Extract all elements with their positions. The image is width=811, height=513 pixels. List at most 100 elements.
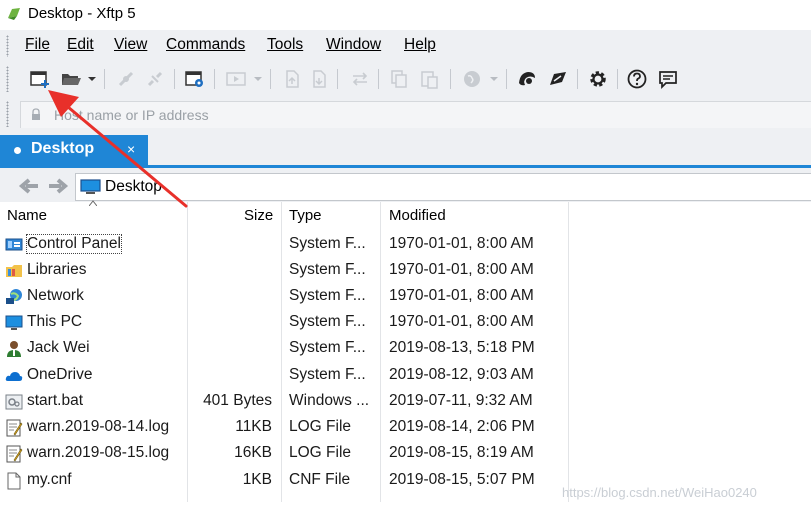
new-session-button[interactable] <box>27 67 53 91</box>
properties-gear-icon <box>185 71 203 87</box>
properties-button[interactable] <box>182 67 208 91</box>
addressbar-grip[interactable] <box>6 101 9 127</box>
column-header-modified[interactable]: Modified <box>389 207 446 224</box>
open-session-button[interactable] <box>58 67 84 91</box>
upload-button[interactable] <box>279 67 305 91</box>
menu-tools[interactable]: Tools <box>267 36 303 54</box>
toolbar-separator <box>378 69 379 89</box>
file-type: CNF File <box>289 471 351 488</box>
play-dropdown[interactable] <box>254 77 262 81</box>
file-row[interactable]: my.cnf 1KB CNF File 2019-08-15, 5:07 PM <box>0 467 570 493</box>
column-header-name[interactable]: Name <box>7 207 47 224</box>
connect-icon <box>118 71 134 87</box>
tab-close-icon[interactable]: × <box>127 141 135 157</box>
open-session-dropdown[interactable] <box>88 77 96 81</box>
disconnect-button[interactable] <box>142 67 168 91</box>
onedrive-icon <box>5 372 23 381</box>
file-row[interactable]: warn.2019-08-14.log 11KB LOG File 2019-0… <box>0 414 570 440</box>
column-header-size[interactable]: Size <box>244 207 273 224</box>
file-size: 1KB <box>242 471 272 488</box>
file-row[interactable]: warn.2019-08-15.log 16KB LOG File 2019-0… <box>0 440 570 466</box>
file-name: Control Panel <box>26 234 122 254</box>
file-row[interactable]: OneDrive System F... 2019-08-12, 9:03 AM <box>0 362 570 388</box>
help-question-icon <box>627 69 647 89</box>
user-folder-icon <box>7 341 21 357</box>
toolbar-separator <box>174 69 175 89</box>
paste-icon <box>421 71 438 89</box>
file-row[interactable]: Jack Wei System F... 2019-08-13, 5:18 PM <box>0 335 570 361</box>
toolbar-separator <box>337 69 338 89</box>
file-size: 11KB <box>235 418 272 435</box>
file-modified: 2019-08-13, 5:18 PM <box>389 339 535 356</box>
navigation-bar: Desktop <box>0 170 811 202</box>
menu-commands[interactable]: Commands <box>166 36 245 54</box>
toolbar-separator <box>270 69 271 89</box>
toolbar-grip[interactable] <box>6 66 9 92</box>
forward-arrow-icon[interactable] <box>47 177 69 195</box>
toolbar-separator <box>104 69 105 89</box>
path-input[interactable]: Desktop <box>75 173 811 201</box>
xftp-button[interactable] <box>545 67 571 91</box>
tab-desktop[interactable]: Desktop × <box>0 135 148 165</box>
menu-window[interactable]: Window <box>326 36 381 54</box>
file-name: This PC <box>27 313 83 330</box>
file-row[interactable]: start.bat 401 Bytes Windows ... 2019-07-… <box>0 388 570 414</box>
gear-icon <box>590 71 606 87</box>
back-arrow-icon[interactable] <box>18 177 40 195</box>
menubar-grip[interactable] <box>6 35 9 57</box>
download-button[interactable] <box>306 67 332 91</box>
toolbar-separator <box>617 69 618 89</box>
desktop-monitor-icon <box>80 179 101 194</box>
menu-view[interactable]: View <box>114 36 147 54</box>
file-modified: 2019-08-15, 8:19 AM <box>389 444 534 461</box>
toolbar-separator <box>450 69 451 89</box>
title-bar: Desktop - Xftp 5 <box>0 0 811 30</box>
menu-edit[interactable]: Edit <box>67 36 94 54</box>
toolbar-separator <box>506 69 507 89</box>
batch-file-icon <box>5 394 23 410</box>
file-name: warn.2019-08-15.log <box>27 444 170 461</box>
sort-ascending-icon <box>89 200 97 206</box>
play-button[interactable] <box>223 67 249 91</box>
file-row[interactable]: Libraries System F... 1970-01-01, 8:00 A… <box>0 257 570 283</box>
sync-button[interactable] <box>347 67 373 91</box>
tab-label: Desktop <box>31 140 95 157</box>
file-name: Libraries <box>27 261 87 278</box>
copy-button[interactable] <box>386 67 412 91</box>
file-row[interactable]: Control Panel System F... 1970-01-01, 8:… <box>0 231 570 257</box>
file-type: System F... <box>289 313 366 330</box>
file-modified: 1970-01-01, 8:00 AM <box>389 287 534 304</box>
file-modified: 2019-08-12, 9:03 AM <box>389 366 534 383</box>
log-file-icon <box>6 445 23 463</box>
file-type: System F... <box>289 339 366 356</box>
network-icon <box>6 289 22 304</box>
xshell-button[interactable] <box>514 67 540 91</box>
file-name: Network <box>27 287 84 304</box>
file-type: System F... <box>289 287 366 304</box>
menu-help[interactable]: Help <box>404 36 436 54</box>
toolbar-separator <box>577 69 578 89</box>
file-modified: 1970-01-01, 8:00 AM <box>389 313 534 330</box>
connect-button[interactable] <box>113 67 139 91</box>
toolbar <box>0 60 811 98</box>
feedback-button[interactable] <box>655 67 681 91</box>
file-row[interactable]: Network System F... 1970-01-01, 8:00 AM <box>0 283 570 309</box>
menu-file[interactable]: File <box>25 36 50 54</box>
file-modified: 1970-01-01, 8:00 AM <box>389 235 534 252</box>
file-row[interactable]: This PC System F... 1970-01-01, 8:00 AM <box>0 309 570 335</box>
options-button[interactable] <box>585 67 611 91</box>
window-title: Desktop - Xftp 5 <box>28 5 136 22</box>
transfer-arrows-icon <box>352 72 368 86</box>
paste-button[interactable] <box>416 67 442 91</box>
file-type: LOG File <box>289 418 352 435</box>
lock-icon <box>32 108 40 120</box>
file-name: my.cnf <box>27 471 72 488</box>
encoding-button[interactable] <box>459 67 485 91</box>
folder-open-icon <box>62 74 81 85</box>
help-button[interactable] <box>624 67 650 91</box>
column-header-type[interactable]: Type <box>289 207 322 224</box>
encoding-dropdown[interactable] <box>490 77 498 81</box>
file-modified: 2019-07-11, 9:32 AM <box>389 392 533 409</box>
host-address-input[interactable]: Host name or IP address <box>20 101 811 128</box>
file-name: warn.2019-08-14.log <box>27 418 170 435</box>
